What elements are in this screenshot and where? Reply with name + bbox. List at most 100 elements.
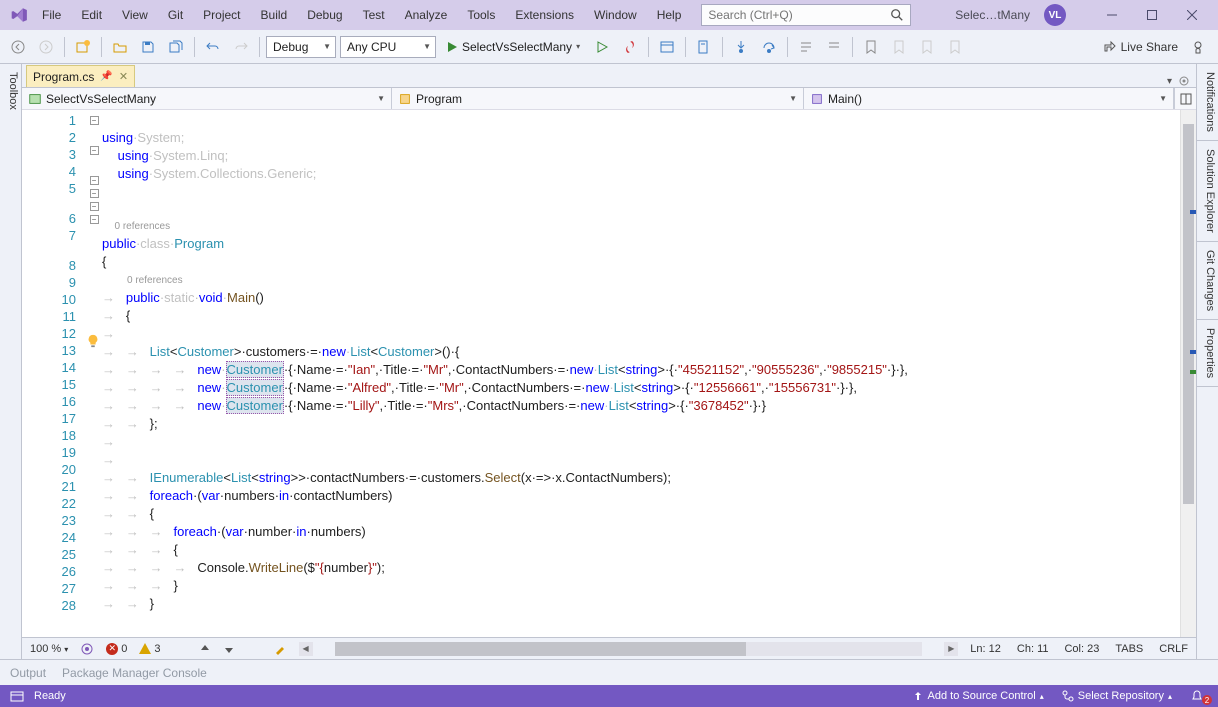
menu-debug[interactable]: Debug xyxy=(299,4,350,26)
output-icon[interactable] xyxy=(10,689,24,703)
tab-overflow-button[interactable]: ▾ xyxy=(1167,76,1172,87)
browse-button[interactable] xyxy=(655,35,679,59)
bookmark-clear-button[interactable] xyxy=(943,35,967,59)
pin-icon[interactable]: 📌 xyxy=(100,71,112,82)
new-project-button[interactable] xyxy=(71,35,95,59)
feedback-button[interactable] xyxy=(1188,35,1212,59)
redo-button[interactable] xyxy=(229,35,253,59)
down-arrow-icon[interactable] xyxy=(223,643,235,655)
repo-button[interactable]: Select Repository ▴ xyxy=(1058,690,1176,702)
solution-name: Selec…tMany xyxy=(945,8,1040,22)
warnings-badge[interactable]: 3 xyxy=(139,643,160,655)
bookmark-prev-button[interactable] xyxy=(887,35,911,59)
vertical-scrollbar[interactable] xyxy=(1180,110,1196,637)
tab-label: Program.cs xyxy=(33,70,94,84)
scroll-right-icon[interactable]: ▶ xyxy=(944,642,958,656)
save-all-button[interactable] xyxy=(164,35,188,59)
comment-button[interactable] xyxy=(794,35,818,59)
code-content[interactable]: using·System; using·System.Linq; using·S… xyxy=(102,110,1180,637)
menu-help[interactable]: Help xyxy=(649,4,690,26)
document-tabs: Program.cs 📌 ✕ ▾ xyxy=(22,64,1196,88)
menu-view[interactable]: View xyxy=(114,4,156,26)
bookmark-next-button[interactable] xyxy=(915,35,939,59)
start-no-debug-button[interactable] xyxy=(590,35,614,59)
repo-icon xyxy=(1062,690,1074,702)
tab-program-cs[interactable]: Program.cs 📌 ✕ xyxy=(26,65,135,87)
col-indicator[interactable]: Col: 23 xyxy=(1064,643,1099,655)
source-control-button[interactable]: Add to Source Control ▴ xyxy=(908,690,1048,702)
menu-tools[interactable]: Tools xyxy=(459,4,503,26)
line-indicator[interactable]: Ln: 12 xyxy=(970,643,1001,655)
minimize-button[interactable] xyxy=(1094,4,1130,26)
menu-edit[interactable]: Edit xyxy=(73,4,110,26)
notifications-tab[interactable]: Notifications xyxy=(1197,64,1218,141)
play-icon xyxy=(446,41,458,53)
nav-member-combo[interactable]: Main()▼ xyxy=(804,88,1174,109)
horizontal-scrollbar[interactable] xyxy=(335,642,923,656)
properties-tab[interactable]: Properties xyxy=(1197,320,1218,387)
lightbulb-icon[interactable] xyxy=(86,334,100,348)
bookmark-button[interactable] xyxy=(859,35,883,59)
solution-explorer-tab[interactable]: Solution Explorer xyxy=(1197,141,1218,242)
health-icon[interactable] xyxy=(80,642,94,656)
close-icon[interactable]: ✕ xyxy=(119,70,128,83)
menu-extensions[interactable]: Extensions xyxy=(507,4,582,26)
project-icon xyxy=(28,92,42,106)
step-over-button[interactable] xyxy=(757,35,781,59)
platform-combo[interactable]: Any CPU▼ xyxy=(340,36,436,58)
split-editor-button[interactable] xyxy=(1174,88,1196,109)
up-arrow-icon[interactable] xyxy=(199,643,211,655)
maximize-button[interactable] xyxy=(1134,4,1170,26)
eol-indicator[interactable]: CRLF xyxy=(1159,643,1188,655)
bottom-tool-tabs: Output Package Manager Console xyxy=(0,659,1218,685)
line-gutter: 1234567891011121314151617181920212223242… xyxy=(30,110,86,637)
menu-file[interactable]: File xyxy=(34,4,69,26)
errors-badge[interactable]: ✕0 xyxy=(106,643,127,655)
pmc-tab[interactable]: Package Manager Console xyxy=(62,666,207,680)
right-tool-tabs: Notifications Solution Explorer Git Chan… xyxy=(1196,64,1218,659)
avatar[interactable]: VL xyxy=(1044,4,1066,26)
step-into-button[interactable] xyxy=(729,35,753,59)
method-icon xyxy=(810,92,824,106)
toolbox-tab[interactable]: Toolbox xyxy=(0,64,22,659)
uncomment-button[interactable] xyxy=(822,35,846,59)
open-file-button[interactable] xyxy=(108,35,132,59)
main-toolbar: Debug▼ Any CPU▼ SelectVsSelectMany ▾ Liv… xyxy=(0,30,1218,64)
scroll-left-icon[interactable]: ◀ xyxy=(299,642,313,656)
menu-build[interactable]: Build xyxy=(253,4,296,26)
menu-analyze[interactable]: Analyze xyxy=(397,4,456,26)
menu-test[interactable]: Test xyxy=(355,4,393,26)
live-share-button[interactable]: Live Share xyxy=(1097,40,1184,54)
quick-search[interactable] xyxy=(701,4,911,26)
notifications-button[interactable]: 2 xyxy=(1186,689,1208,703)
output-tab[interactable]: Output xyxy=(10,666,46,680)
main-area: Toolbox Program.cs 📌 ✕ ▾ SelectVsSelectM… xyxy=(0,64,1218,659)
find-in-files-button[interactable] xyxy=(692,35,716,59)
nav-project-combo[interactable]: SelectVsSelectMany▼ xyxy=(22,88,392,109)
fold-rail[interactable]: −−−−−− xyxy=(86,110,102,637)
hot-reload-button[interactable] xyxy=(618,35,642,59)
search-input[interactable] xyxy=(708,8,890,22)
menu-window[interactable]: Window xyxy=(586,4,645,26)
editor-statusbar: 100 % ▾ ✕0 3 ◀ ▶ Ln: 12 Ch: 11 Col: 23 T… xyxy=(22,637,1196,659)
git-changes-tab[interactable]: Git Changes xyxy=(1197,242,1218,320)
code-navbar: SelectVsSelectMany▼ Program▼ Main()▼ xyxy=(22,88,1196,110)
nav-class-combo[interactable]: Program▼ xyxy=(392,88,804,109)
settings-icon[interactable] xyxy=(1178,75,1190,87)
char-indicator[interactable]: Ch: 11 xyxy=(1017,643,1049,655)
nav-back-button[interactable] xyxy=(6,35,30,59)
brush-icon[interactable] xyxy=(273,642,287,656)
code-editor[interactable]: 1234567891011121314151617181920212223242… xyxy=(22,110,1196,637)
save-button[interactable] xyxy=(136,35,160,59)
config-combo[interactable]: Debug▼ xyxy=(266,36,336,58)
close-button[interactable] xyxy=(1174,4,1210,26)
indent-indicator[interactable]: TABS xyxy=(1115,643,1143,655)
nav-fwd-button[interactable] xyxy=(34,35,58,59)
undo-button[interactable] xyxy=(201,35,225,59)
statusbar: Ready Add to Source Control ▴ Select Rep… xyxy=(0,685,1218,707)
start-debug-button[interactable]: SelectVsSelectMany ▾ xyxy=(440,35,586,59)
menu-git[interactable]: Git xyxy=(160,4,191,26)
vs-logo-icon xyxy=(8,4,30,26)
zoom-combo[interactable]: 100 % ▾ xyxy=(30,643,68,655)
menu-project[interactable]: Project xyxy=(195,4,248,26)
